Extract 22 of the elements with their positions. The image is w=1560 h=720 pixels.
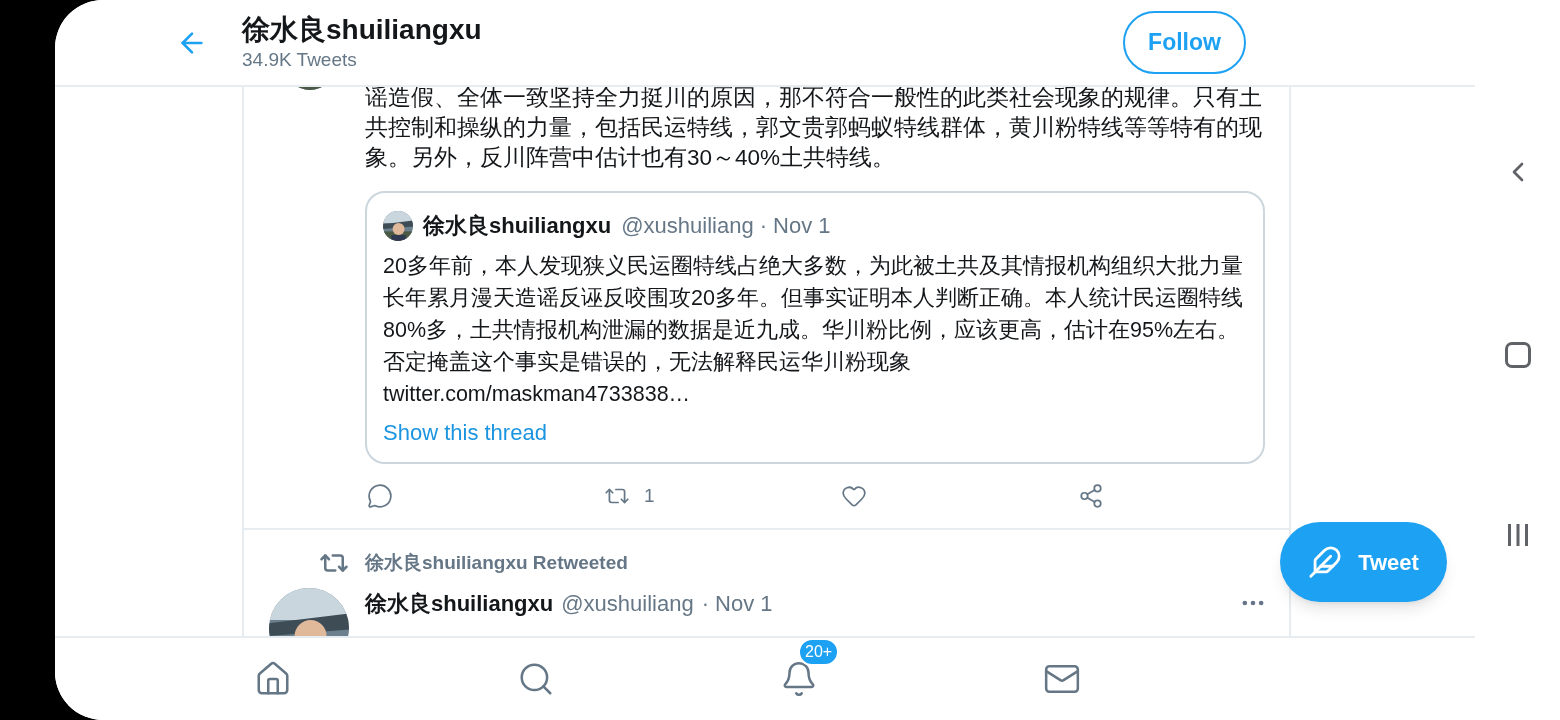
reply-icon[interactable] [367, 483, 393, 509]
quoted-tweet-card[interactable] [365, 191, 1265, 464]
author-handle: @xushuiliang [621, 212, 754, 240]
notification-badge: 20+ [798, 638, 840, 666]
tweet-text: 谣造假、全体一致坚持全力挺川的原因，那不符合一般性的此类社会现象的规律。只有土共控制和操纵的力量，包括民运特线，郭文贵郭蚂蚁特线群体，黄川粉特线等等特有的现象。另外，反川阵营中估计也有30～40%土共特线。 [365, 87, 1263, 172]
tweet-count: 34.9K Tweets [242, 47, 358, 72]
retweet-count: 1 [644, 483, 655, 508]
tweet-link[interactable]: twitter.com/maskman4733838… [383, 378, 1247, 410]
show-thread-link[interactable]: Show this thread [383, 418, 547, 448]
author-name: 徐水良shuiliangxu [423, 212, 612, 240]
author-name: 徐水良shuiliangxu [365, 589, 554, 618]
tweet-date: · Nov 1 [701, 589, 773, 618]
follow-button[interactable]: Follow [1123, 11, 1246, 74]
tweet-date: · Nov 1 [759, 212, 831, 240]
share-icon[interactable] [1078, 483, 1104, 509]
home-nav-icon[interactable] [1504, 342, 1531, 368]
profile-title: 徐水良shuiliangxu [242, 12, 483, 47]
retweeted-label: 徐水良shuiliangxu Retweeted [365, 550, 628, 575]
home-icon[interactable] [254, 660, 292, 698]
like-icon[interactable] [841, 483, 867, 509]
author-handle: @xushuiliang [561, 589, 694, 618]
tweet-button[interactable]: Tweet [1280, 522, 1447, 602]
